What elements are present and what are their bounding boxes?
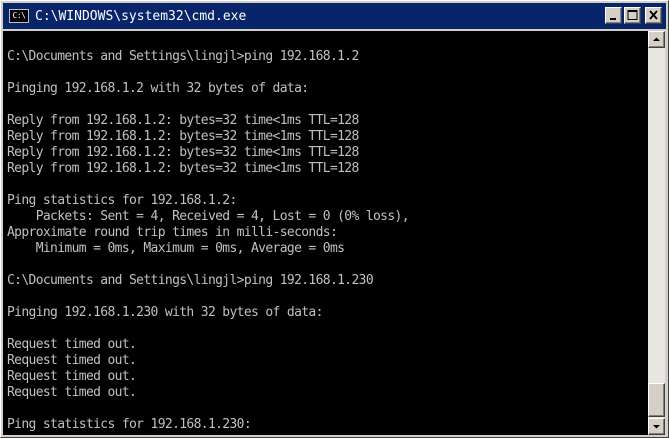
title-bar[interactable]: C:\ C:\WINDOWS\system32\cmd.exe [3,3,666,29]
console-line: Request timed out. [7,385,137,400]
scroll-down-button[interactable] [648,418,665,435]
console-line: Pinging 192.168.1.230 with 32 bytes of d… [7,305,323,320]
cmd-icon[interactable]: C:\ [9,9,29,23]
close-button[interactable] [645,7,662,24]
minimize-button[interactable] [605,7,622,24]
console-line: Request timed out. [7,353,137,368]
console-line: C:\Documents and Settings\lingjl>ping 19… [7,273,374,288]
console-line: Packets: Sent = 4, Received = 4, Lost = … [7,209,410,224]
console-text: C:\Documents and Settings\lingjl>ping 19… [3,33,648,433]
console-output[interactable]: C:\Documents and Settings\lingjl>ping 19… [3,31,648,435]
arrow-down-icon [653,425,660,429]
console-line: Request timed out. [7,369,137,384]
scrollbar-thumb[interactable] [648,383,665,417]
console-line: Request timed out. [7,337,137,352]
console-line: Ping statistics for 192.168.1.230: [7,417,252,432]
title-buttons [605,7,662,24]
window-title: C:\WINDOWS\system32\cmd.exe [35,8,247,24]
console-line: Reply from 192.168.1.2: bytes=32 time<1m… [7,129,359,144]
maximize-button[interactable] [624,7,641,24]
vertical-scrollbar[interactable] [648,31,665,435]
arrow-up-icon [653,37,660,41]
console-line: Reply from 192.168.1.2: bytes=32 time<1m… [7,113,359,128]
console-line: Ping statistics for 192.168.1.2: [7,193,237,208]
console-line: Reply from 192.168.1.2: bytes=32 time<1m… [7,161,359,176]
console-line: Approximate round trip times in milli-se… [7,225,338,240]
scroll-up-button[interactable] [648,31,665,48]
console-line: Reply from 192.168.1.2: bytes=32 time<1m… [7,145,359,160]
maximize-icon [627,10,638,20]
minimize-icon [610,18,616,20]
console-line: Pinging 192.168.1.2 with 32 bytes of dat… [7,81,309,96]
console-line: C:\Documents and Settings\lingjl>ping 19… [7,49,359,64]
close-icon [649,10,658,20]
cmd-window: C:\ C:\WINDOWS\system32\cmd.exe C:\Docum… [0,0,669,438]
console-line: Minimum = 0ms, Maximum = 0ms, Average = … [7,241,345,256]
